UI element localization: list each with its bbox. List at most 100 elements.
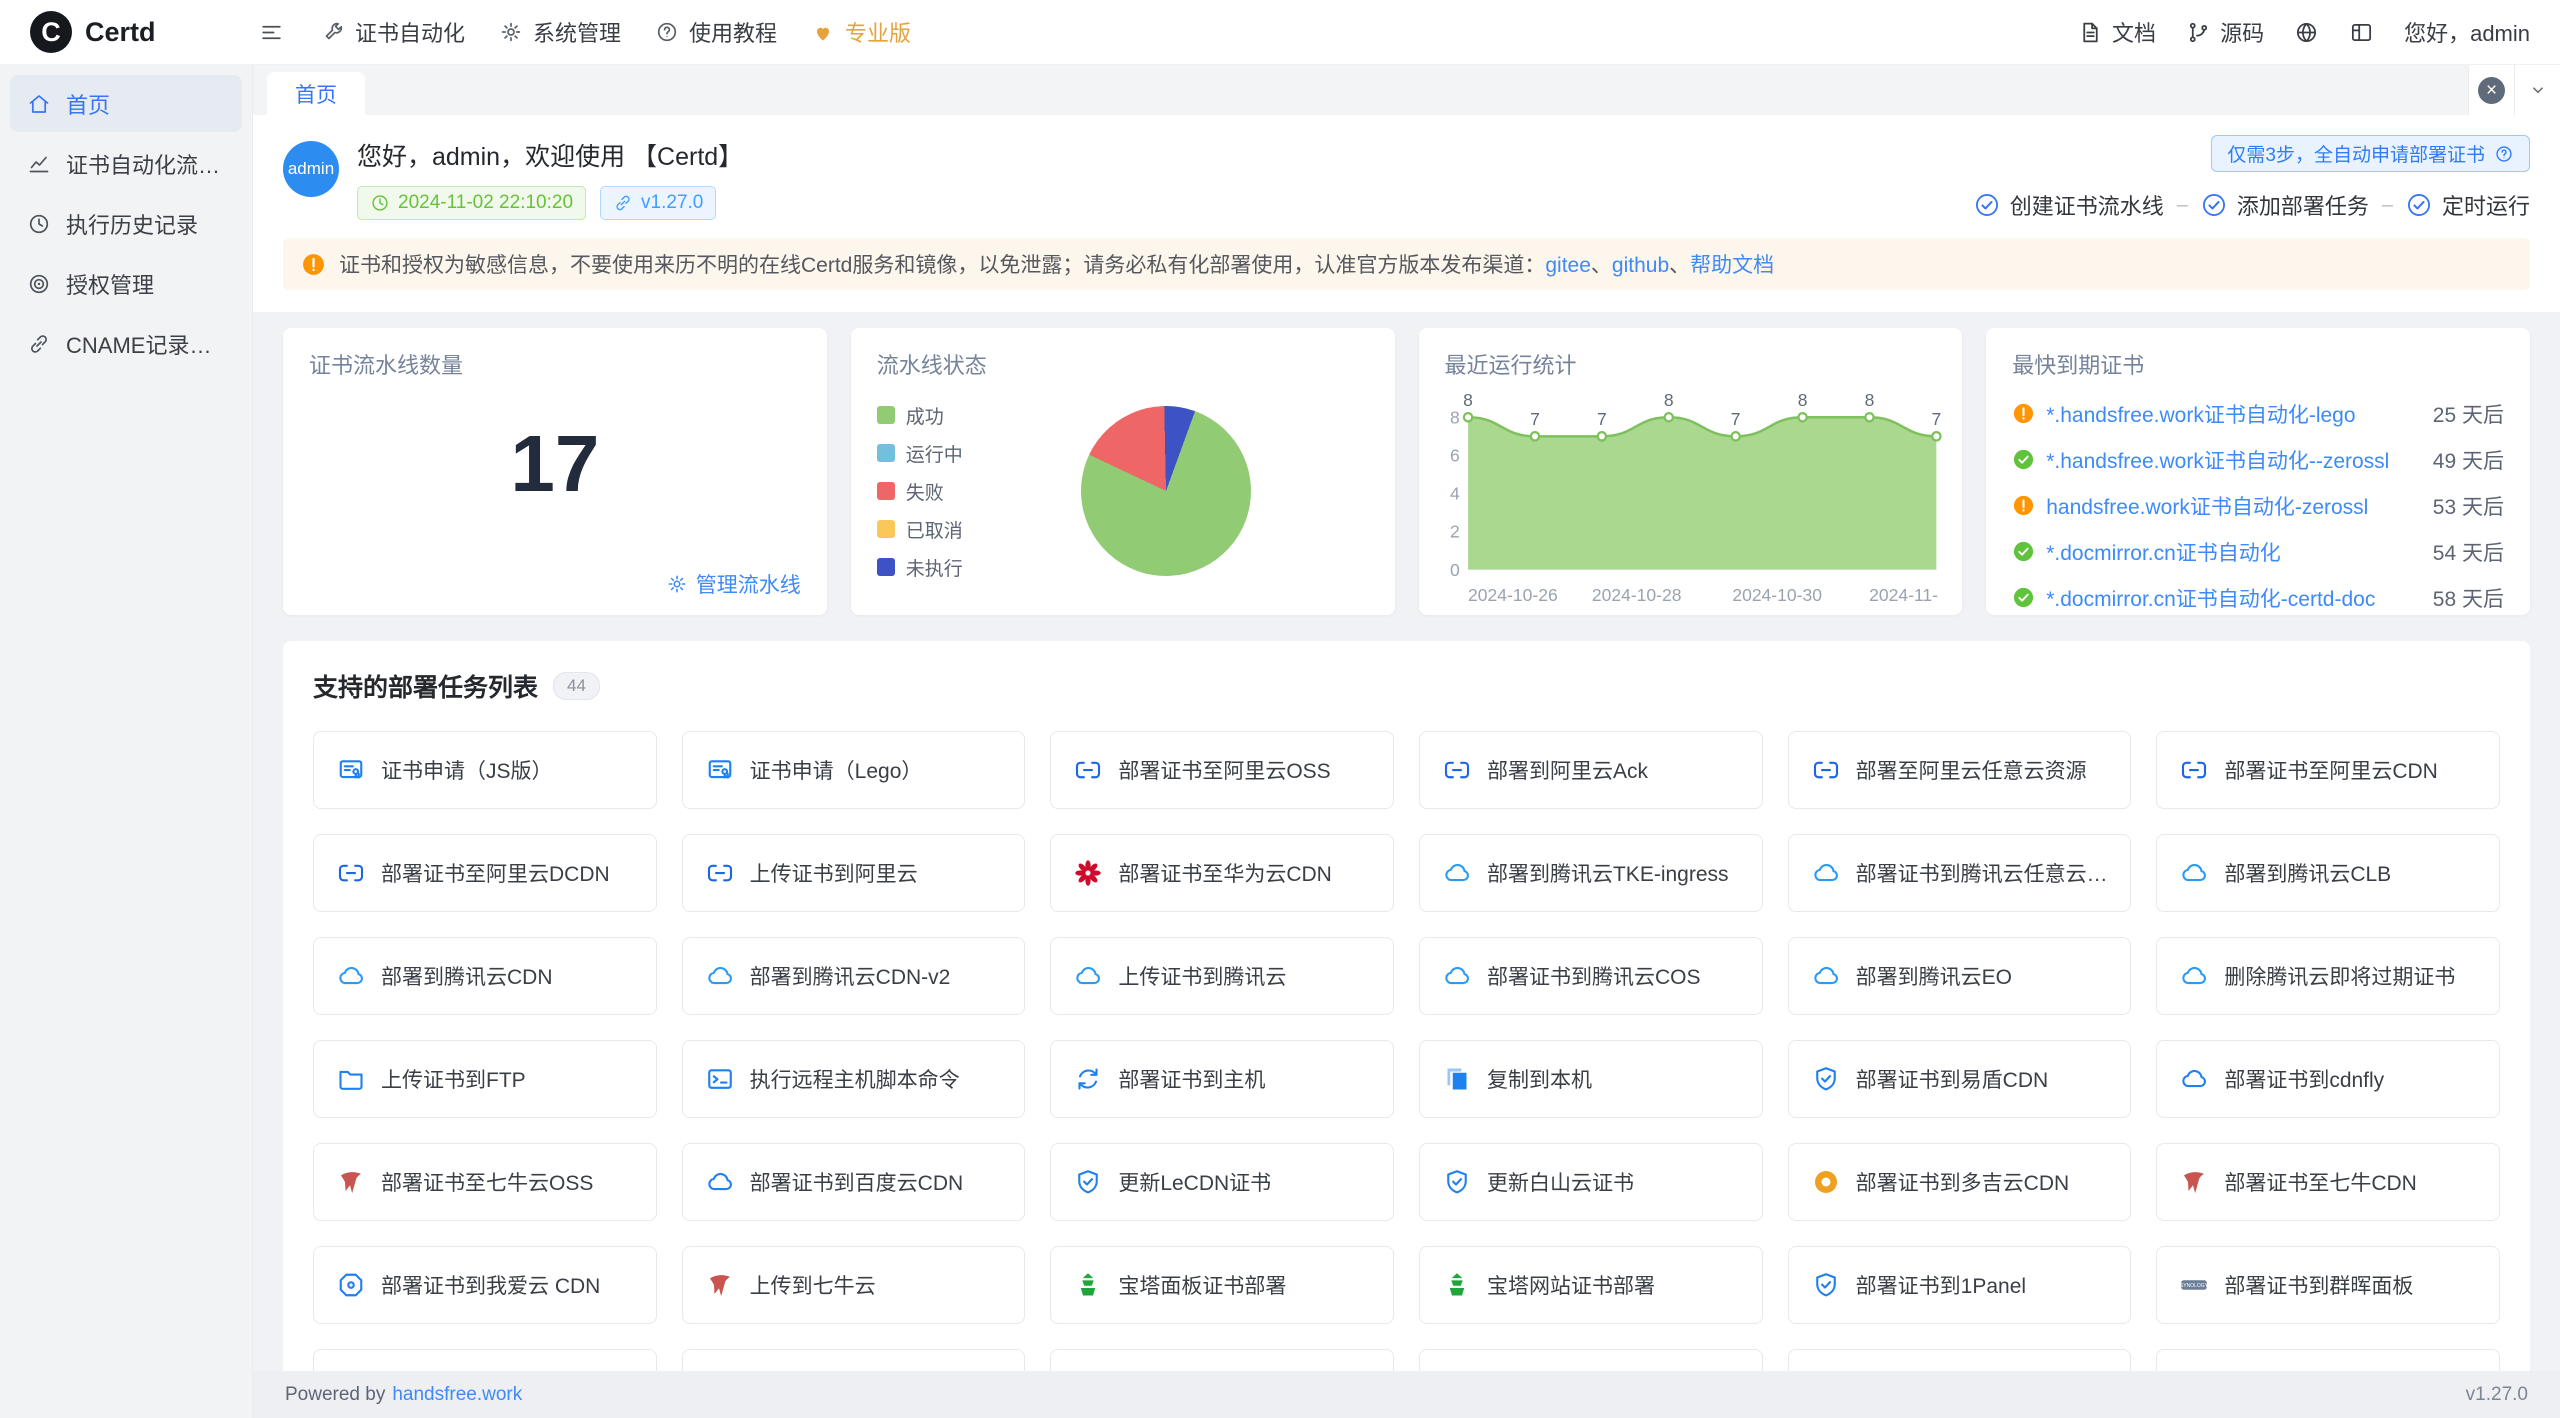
expiring-certs-card: 最快到期证书 *.handsfree.work证书自动化-lego25 天后*.… bbox=[1986, 328, 2530, 615]
legend-item: 成功 bbox=[877, 402, 963, 429]
task-item[interactable]: 部署证书至七牛CDN bbox=[2156, 1143, 2500, 1221]
header-action-layout[interactable] bbox=[2349, 20, 2374, 45]
menu-fold-icon[interactable] bbox=[259, 20, 284, 45]
task-item[interactable]: 部署到腾讯云TKE-ingress bbox=[1419, 834, 1763, 912]
task-item[interactable]: 更新LeCDN证书 bbox=[1050, 1143, 1394, 1221]
task-item[interactable]: 部署证书到腾讯云COS bbox=[1419, 937, 1763, 1015]
task-item[interactable]: 部署证书到百度云CDN bbox=[682, 1143, 1026, 1221]
manage-pipelines-link[interactable]: 管理流水线 bbox=[666, 569, 801, 599]
avatar[interactable]: admin bbox=[283, 141, 339, 197]
footer-link[interactable]: handsfree.work bbox=[392, 1384, 522, 1406]
octagon-icon bbox=[336, 1270, 366, 1300]
task-item[interactable]: 部署到腾讯云CDN bbox=[313, 937, 657, 1015]
task-item[interactable]: 更新白山云证书 bbox=[1419, 1143, 1763, 1221]
task-item[interactable]: 部署证书至阿里云OSS bbox=[1050, 731, 1394, 809]
qiniu-icon bbox=[336, 1167, 366, 1197]
sidebar-item-history[interactable]: 执行历史记录 bbox=[10, 195, 242, 252]
task-item[interactable]: 部署到阿里云Ack bbox=[1419, 731, 1763, 809]
task-item[interactable]: 部署证书到多吉云CDN bbox=[1788, 1143, 2132, 1221]
card-title: 证书流水线数量 bbox=[309, 348, 801, 380]
task-item[interactable]: 宝塔面板证书部署 bbox=[1050, 1246, 1394, 1324]
task-item-label: 执行远程主机脚本命令 bbox=[750, 1064, 960, 1094]
pipeline-count-value: 17 bbox=[309, 418, 801, 510]
task-item[interactable]: 证书申请（JS版） bbox=[313, 731, 657, 809]
cert-link[interactable]: *.handsfree.work证书自动化-lego bbox=[2046, 399, 2355, 429]
task-item[interactable]: 上传到七牛云 bbox=[682, 1246, 1026, 1324]
task-item[interactable]: 部署证书到主机 bbox=[1050, 1040, 1394, 1118]
sidebar-item-label: 证书自动化流水线 bbox=[66, 148, 225, 180]
task-item[interactable]: 部署证书到1Panel bbox=[1788, 1246, 2132, 1324]
tab-home[interactable]: 首页 bbox=[267, 72, 365, 115]
task-item[interactable]: 执行远程主机脚本命令 bbox=[682, 1040, 1026, 1118]
cert-link[interactable]: handsfree.work证书自动化-zerossl bbox=[2046, 491, 2368, 521]
task-item[interactable]: 上传证书到腾讯云 bbox=[1050, 937, 1394, 1015]
layout-icon bbox=[2349, 20, 2374, 45]
cert-link[interactable]: *.handsfree.work证书自动化--zerossl bbox=[2046, 445, 2389, 475]
task-item[interactable]: 部署证书至阿里云DCDN bbox=[313, 834, 657, 912]
task-item[interactable]: 部署到腾讯云CDN-v2 bbox=[682, 937, 1026, 1015]
brand[interactable]: C Certd bbox=[30, 11, 253, 53]
header-action-docs[interactable]: 文档 bbox=[2078, 16, 2156, 48]
task-item[interactable]: 部署证书至七牛云OSS bbox=[313, 1143, 657, 1221]
sidebar-item-auth[interactable]: 授权管理 bbox=[10, 255, 242, 312]
notice-link[interactable]: gitee bbox=[1545, 254, 1591, 277]
shield-icon bbox=[1811, 1270, 1841, 1300]
task-item-label: 上传证书到阿里云 bbox=[750, 858, 918, 888]
cert-days: 54 天后 bbox=[2433, 537, 2504, 567]
task-item[interactable]: 部署到腾讯云EO bbox=[1788, 937, 2132, 1015]
warn-circle-icon bbox=[2012, 402, 2035, 425]
sidebar-item-pipelines[interactable]: 证书自动化流水线 bbox=[10, 135, 242, 192]
header-action-language[interactable] bbox=[2294, 20, 2319, 45]
nav-item-pro-edition[interactable]: 专业版 bbox=[794, 0, 928, 65]
ok-circle-icon bbox=[2012, 540, 2035, 563]
cert-link[interactable]: *.docmirror.cn证书自动化-certd-doc bbox=[2046, 583, 2375, 613]
legend-swatch bbox=[877, 520, 895, 538]
sidebar-item-label: 首页 bbox=[66, 88, 110, 120]
task-item[interactable]: 部署至阿里云任意云资源 bbox=[1788, 731, 2132, 809]
dashboard-section: 证书流水线数量 17 管理流水线 流水线状态 成功运行中失败已取消未执行 bbox=[253, 312, 2560, 1418]
nav-item-label: 使用教程 bbox=[689, 16, 777, 48]
brand-name: Certd bbox=[85, 17, 156, 48]
aliyun-icon bbox=[2179, 755, 2209, 785]
task-item[interactable]: 部署证书到腾讯云任意云资源 bbox=[1788, 834, 2132, 912]
aliyun-icon bbox=[1442, 755, 1472, 785]
task-item[interactable]: 部署证书到我爱云 CDN bbox=[313, 1246, 657, 1324]
nav-item-cert-automation[interactable]: 证书自动化 bbox=[304, 0, 482, 65]
legend-swatch bbox=[877, 482, 895, 500]
task-item[interactable]: 上传证书到阿里云 bbox=[682, 834, 1026, 912]
promo-button[interactable]: 仅需3步，全自动申请部署证书 bbox=[2211, 135, 2530, 172]
task-item[interactable]: 部署证书至华为云CDN bbox=[1050, 834, 1394, 912]
cert-days: 49 天后 bbox=[2433, 445, 2504, 475]
notice-link[interactable]: github bbox=[1612, 254, 1669, 277]
task-item[interactable]: 宝塔网站证书部署 bbox=[1419, 1246, 1763, 1324]
nav-item-tutorial[interactable]: 使用教程 bbox=[638, 0, 794, 65]
task-item[interactable]: 证书申请（Lego） bbox=[682, 731, 1026, 809]
sidebar-item-cname[interactable]: CNAME记录管理 bbox=[10, 315, 242, 372]
task-item-label: 宝塔网站证书部署 bbox=[1487, 1270, 1655, 1300]
task-item[interactable]: 部署证书到易盾CDN bbox=[1788, 1040, 2132, 1118]
task-item[interactable]: 部署到腾讯云CLB bbox=[2156, 834, 2500, 912]
svg-text:2: 2 bbox=[1450, 522, 1460, 542]
branch-icon bbox=[2186, 20, 2211, 45]
task-item[interactable]: 部署证书到cdnfly bbox=[2156, 1040, 2500, 1118]
task-item[interactable]: 复制到本机 bbox=[1419, 1040, 1763, 1118]
tabs-more-button[interactable] bbox=[2514, 65, 2560, 115]
cert-link[interactable]: *.docmirror.cn证书自动化 bbox=[2046, 537, 2281, 567]
user-menu[interactable]: 您好，admin bbox=[2404, 16, 2530, 48]
task-item[interactable]: 部署证书至阿里云CDN bbox=[2156, 731, 2500, 809]
task-item-label: 部署证书到易盾CDN bbox=[1856, 1064, 2049, 1094]
deploy-tasks-title: 支持的部署任务列表 bbox=[313, 668, 538, 704]
task-item[interactable]: SYNOLOGY部署证书到群晖面板 bbox=[2156, 1246, 2500, 1324]
tencent-cloud-icon bbox=[2179, 961, 2209, 991]
header-action-source-code[interactable]: 源码 bbox=[2186, 16, 2264, 48]
task-item-label: 证书申请（Lego） bbox=[750, 755, 923, 785]
notice-link[interactable]: 帮助文档 bbox=[1690, 254, 1774, 277]
nav-item-system-manage[interactable]: 系统管理 bbox=[482, 0, 638, 65]
sidebar-item-home[interactable]: 首页 bbox=[10, 75, 242, 132]
task-item-label: 更新白山云证书 bbox=[1487, 1167, 1634, 1197]
task-item[interactable]: 删除腾讯云即将过期证书 bbox=[2156, 937, 2500, 1015]
tabs-close-button[interactable]: × bbox=[2468, 65, 2514, 115]
expiring-cert-row: *.handsfree.work证书自动化--zerossl 49 天后 bbox=[2012, 441, 2504, 478]
svg-text:8: 8 bbox=[1450, 407, 1460, 427]
task-item[interactable]: 上传证书到FTP bbox=[313, 1040, 657, 1118]
